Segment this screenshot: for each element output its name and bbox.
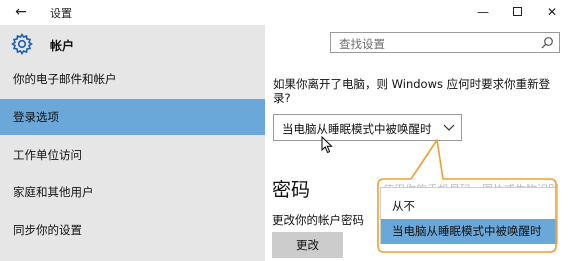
search-placeholder: 查找设置 (339, 37, 385, 51)
sidebar-header: 帐户 (0, 25, 265, 65)
search-input[interactable]: 查找设置 (330, 32, 560, 53)
chevron-down-icon (443, 124, 455, 131)
relogin-dropdown[interactable]: 当电脑从睡眠模式中被唤醒时 (273, 114, 462, 141)
back-arrow-icon[interactable]: ← (8, 2, 34, 22)
search-icon[interactable] (540, 36, 554, 50)
title-bar: ← 设置 — ✕ (0, 0, 569, 25)
sidebar-item-work-access[interactable]: 工作单位访问 (0, 137, 265, 173)
maximize-button[interactable] (500, 0, 534, 25)
dropdown-value: 当电脑从睡眠模式中被唤醒时 (282, 122, 432, 136)
dropdown-popup: 从不 当电脑从睡眠模式中被唤醒时 (380, 187, 558, 244)
window-title: 设置 (50, 7, 72, 20)
password-heading: 密码 (272, 179, 311, 201)
sidebar-item-sync-settings[interactable]: 同步你的设置 (0, 212, 265, 248)
option-never[interactable]: 从不 (381, 194, 557, 219)
option-wake-from-sleep[interactable]: 当电脑从睡眠模式中被唤醒时 (381, 219, 557, 244)
password-subtitle: 更改你的帐户密码 (272, 213, 364, 227)
mouse-cursor-icon (321, 136, 333, 154)
section-title: 帐户 (50, 39, 75, 53)
sidebar-item-email-accounts[interactable]: 你的电子邮件和帐户 (0, 61, 265, 97)
sidebar-item-family-users[interactable]: 家庭和其他用户 (0, 174, 265, 210)
maximize-icon (512, 7, 522, 16)
change-password-button[interactable]: 更改 (272, 232, 343, 258)
minimize-button[interactable]: — (466, 0, 500, 25)
sidebar-item-sign-in-options[interactable]: 登录选项 (0, 99, 265, 135)
close-button[interactable]: ✕ (535, 0, 569, 25)
relogin-question: 如果你离开了电脑，则 Windows 应何时要求你重新登录? (273, 77, 551, 105)
gear-icon (11, 33, 33, 55)
